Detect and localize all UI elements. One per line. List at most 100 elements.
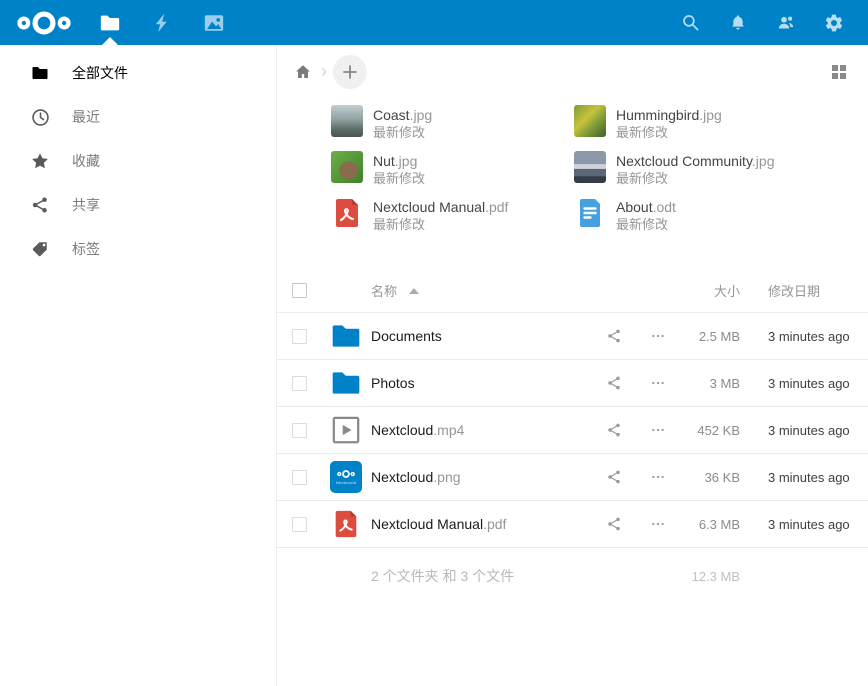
- share-button[interactable]: [592, 375, 636, 391]
- file-row-documents[interactable]: Documents 2.5 MB 3 minutes ago: [277, 313, 868, 360]
- row-checkbox[interactable]: [292, 329, 307, 344]
- share-button[interactable]: [592, 516, 636, 532]
- share-icon: [606, 422, 622, 438]
- select-all-checkbox[interactable]: [292, 283, 307, 298]
- file-name: Nut.jpg: [373, 153, 425, 170]
- row-checkbox[interactable]: [292, 470, 307, 485]
- row-checkbox[interactable]: [292, 517, 307, 532]
- contacts-button[interactable]: [762, 0, 810, 45]
- file-name: Photos: [371, 375, 592, 391]
- ellipsis-icon: [650, 516, 666, 532]
- file-row-nextcloud-png[interactable]: Nextcloud Nextcloud.png 36 KB 3 minutes …: [277, 454, 868, 501]
- sort-ascending-icon: [409, 288, 419, 294]
- nextcloud-logo-icon: [13, 8, 75, 38]
- share-icon: [606, 375, 622, 391]
- home-icon: [294, 63, 312, 81]
- files-content: › Coast.jpg: [277, 45, 868, 686]
- sidebar-item-tags[interactable]: 标签: [0, 227, 276, 271]
- folder-icon: [30, 63, 50, 83]
- recent-item-coast[interactable]: Coast.jpg 最新修改: [331, 105, 574, 151]
- folder-icon: [99, 12, 121, 34]
- file-modified: 3 minutes ago: [740, 423, 868, 438]
- file-status: 最新修改: [373, 216, 508, 233]
- file-name: Coast.jpg: [373, 107, 432, 124]
- folder-icon: [330, 320, 362, 352]
- grid-view-icon: [831, 64, 847, 80]
- file-row-nextcloud-manual-pdf[interactable]: Nextcloud Manual.pdf 6.3 MB 3 minutes ag…: [277, 501, 868, 548]
- nav-activity-button[interactable]: [136, 0, 188, 45]
- image-thumbnail: [331, 105, 363, 137]
- row-checkbox[interactable]: [292, 423, 307, 438]
- share-icon: [606, 469, 622, 485]
- search-icon: [681, 13, 700, 32]
- new-file-button[interactable]: [333, 55, 367, 89]
- pdf-icon: [331, 197, 363, 229]
- share-button[interactable]: [592, 328, 636, 344]
- summary-counts: 2 个文件夹 和 3 个文件: [371, 566, 592, 586]
- file-row-photos[interactable]: Photos 3 MB 3 minutes ago: [277, 360, 868, 407]
- summary-total-size: 12.3 MB: [680, 569, 740, 584]
- file-name: Hummingbird.jpg: [616, 107, 722, 124]
- sidebar-item-label: 全部文件: [72, 63, 128, 83]
- file-modified: 3 minutes ago: [740, 376, 868, 391]
- breadcrumb-home[interactable]: [291, 60, 315, 84]
- star-icon: [30, 151, 50, 171]
- nav-gallery-button[interactable]: [188, 0, 240, 45]
- file-row-nextcloud-mp4[interactable]: Nextcloud.mp4 452 KB 3 minutes ago: [277, 407, 868, 454]
- bell-icon: [729, 13, 747, 32]
- column-header-modified[interactable]: 修改日期: [768, 284, 820, 299]
- sidebar: 全部文件 最近 收藏 共享: [0, 45, 277, 686]
- share-button[interactable]: [592, 422, 636, 438]
- file-status: 最新修改: [616, 216, 676, 233]
- more-actions-button[interactable]: [636, 328, 680, 344]
- nav-files-button[interactable]: [84, 0, 136, 45]
- lightning-icon: [152, 12, 172, 34]
- file-status: 最新修改: [616, 124, 722, 141]
- ellipsis-icon: [650, 328, 666, 344]
- recent-item-manual-pdf[interactable]: Nextcloud Manual.pdf 最新修改: [331, 197, 574, 243]
- sidebar-item-label: 收藏: [72, 151, 100, 171]
- file-name: Documents: [371, 328, 592, 344]
- row-checkbox[interactable]: [292, 376, 307, 391]
- recent-item-community[interactable]: Nextcloud Community.jpg 最新修改: [574, 151, 774, 197]
- ellipsis-icon: [650, 422, 666, 438]
- sidebar-item-favorites[interactable]: 收藏: [0, 139, 276, 183]
- search-button[interactable]: [666, 0, 714, 45]
- more-actions-button[interactable]: [636, 469, 680, 485]
- ellipsis-icon: [650, 375, 666, 391]
- file-name: Nextcloud Manual.pdf: [373, 199, 508, 216]
- more-actions-button[interactable]: [636, 375, 680, 391]
- column-header-size[interactable]: 大小: [714, 284, 740, 299]
- more-actions-button[interactable]: [636, 422, 680, 438]
- more-actions-button[interactable]: [636, 516, 680, 532]
- settings-button[interactable]: [810, 0, 858, 45]
- breadcrumb-separator: ›: [321, 61, 327, 82]
- file-size: 3 MB: [680, 376, 740, 391]
- image-thumbnail: [574, 151, 606, 183]
- odt-document-icon: [574, 197, 606, 229]
- recent-item-nut[interactable]: Nut.jpg 最新修改: [331, 151, 574, 197]
- grid-view-toggle[interactable]: [824, 57, 854, 87]
- recent-item-hummingbird[interactable]: Hummingbird.jpg 最新修改: [574, 105, 774, 151]
- folder-icon: [330, 367, 362, 399]
- sidebar-item-recent[interactable]: 最近: [0, 95, 276, 139]
- file-status: 最新修改: [373, 124, 432, 141]
- notifications-button[interactable]: [714, 0, 762, 45]
- sidebar-item-shares[interactable]: 共享: [0, 183, 276, 227]
- sidebar-item-all-files[interactable]: 全部文件: [0, 51, 276, 95]
- share-icon: [606, 516, 622, 532]
- file-size: 452 KB: [680, 423, 740, 438]
- share-button[interactable]: [592, 469, 636, 485]
- file-status: 最新修改: [373, 170, 425, 187]
- column-header-name[interactable]: 名称: [371, 281, 397, 300]
- nextcloud-logo[interactable]: [12, 8, 76, 38]
- recent-item-about-odt[interactable]: About.odt 最新修改: [574, 197, 774, 243]
- plus-icon: [342, 64, 358, 80]
- file-name: Nextcloud Community.jpg: [616, 153, 774, 170]
- file-size: 2.5 MB: [680, 329, 740, 344]
- gallery-icon: [203, 12, 225, 34]
- file-name: About.odt: [616, 199, 676, 216]
- share-icon: [606, 328, 622, 344]
- file-list-summary: 2 个文件夹 和 3 个文件 12.3 MB: [277, 548, 868, 604]
- gear-icon: [824, 13, 844, 33]
